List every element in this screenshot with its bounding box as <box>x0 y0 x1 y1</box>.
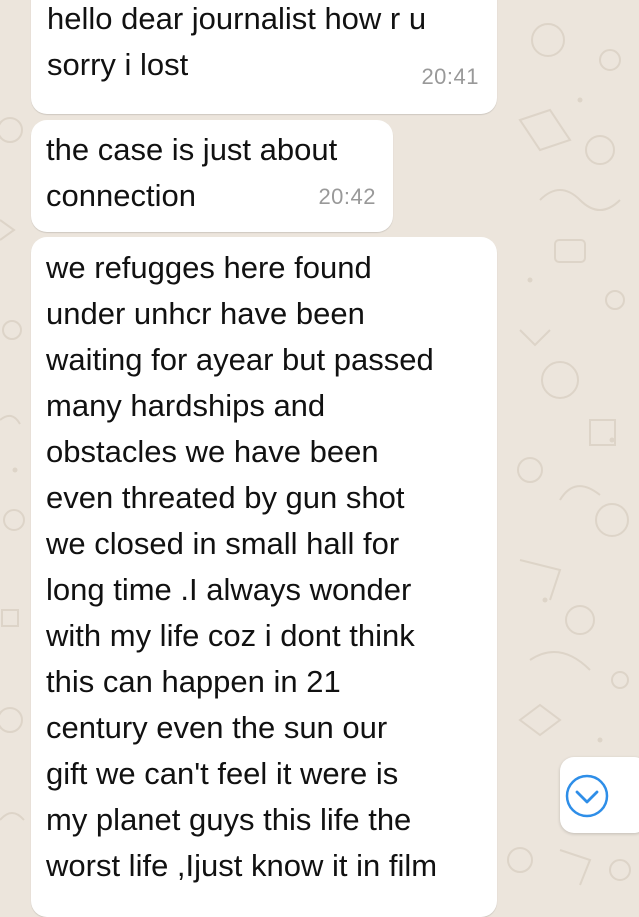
chevron-down-circle-icon <box>565 774 609 818</box>
scroll-to-bottom-button[interactable] <box>560 757 639 833</box>
message-text: we refugges here found under unhcr have … <box>46 250 438 883</box>
message-text: the case is just about connection <box>46 132 338 213</box>
message-timestamp: 20:42 <box>318 184 376 209</box>
message-timestamp: 20:41 <box>421 64 479 89</box>
message-text: hello dear journalist how r u sorry i lo… <box>47 1 427 82</box>
message-bubble[interactable]: hello dear journalist how r u sorry i lo… <box>31 0 497 114</box>
message-bubble[interactable]: the case is just about connection 20:42 <box>31 120 393 232</box>
message-bubble[interactable]: we refugges here found under unhcr have … <box>31 237 497 917</box>
